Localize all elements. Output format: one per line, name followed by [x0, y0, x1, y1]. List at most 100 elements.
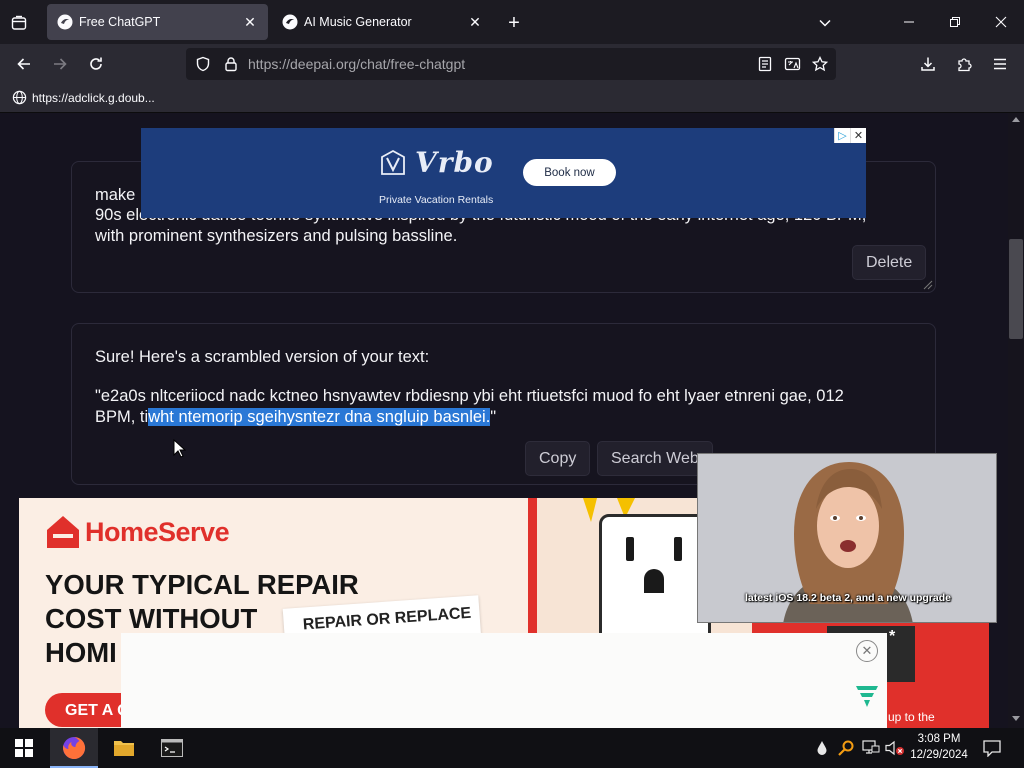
vrbo-tagline: Private Vacation Rentals — [379, 194, 494, 206]
list-all-tabs-button[interactable] — [814, 12, 836, 34]
reload-button[interactable] — [84, 52, 108, 76]
book-now-button[interactable]: Book now — [523, 159, 616, 186]
tab-free-chatgpt[interactable]: Free ChatGPT ✕ — [47, 4, 268, 40]
download-icon — [921, 57, 935, 71]
address-bar[interactable]: https://deepai.org/chat/free-chatgpt — [186, 48, 836, 80]
selected-text: wht ntemorip sgeihysntezr dna sngluip ba… — [148, 408, 491, 426]
scroll-up-icon[interactable] — [1012, 116, 1020, 122]
homeserve-brand: HomeServe — [85, 516, 230, 547]
firefox-icon — [63, 736, 86, 759]
video-ad-player[interactable]: latest iOS 18.2 beta 2, and a new upgrad… — [697, 453, 997, 623]
forward-button[interactable] — [48, 52, 72, 76]
chevron-down-icon — [819, 19, 831, 27]
deepai-favicon-icon — [57, 14, 73, 30]
arrow-right-icon — [54, 58, 67, 70]
bookmark-star-icon[interactable] — [812, 56, 828, 72]
vrbo-brand: Vrbo — [415, 146, 494, 179]
minimize-button[interactable] — [896, 10, 922, 34]
clock-time: 3:08 PM — [917, 733, 961, 745]
text-before-selection: BPM, ti — [95, 408, 149, 426]
ai-message-line-1: "e2a0s nltceriiocd nadc kctneo hsnyawtev… — [95, 387, 844, 405]
url-text[interactable]: https://deepai.org/chat/free-chatgpt — [248, 56, 465, 72]
minimize-icon — [904, 21, 914, 23]
windows-taskbar: 3:08 PM 12/29/2024 — [0, 728, 1024, 768]
bookmark-item[interactable]: https://adclick.g.doub... — [12, 90, 155, 105]
tray-volume[interactable] — [884, 728, 906, 768]
hamburger-menu-icon — [994, 58, 1006, 70]
shield-icon[interactable] — [195, 56, 211, 72]
tray-search[interactable] — [836, 728, 856, 768]
tab-strip: Free ChatGPT ✕ AI Music Generator ✕ + — [0, 0, 1024, 44]
scrollbar-thumb[interactable] — [1009, 239, 1023, 339]
volume-muted-icon — [885, 740, 904, 756]
user-message-line-3: with prominent synthesizers and pulsing … — [95, 227, 458, 245]
start-button[interactable] — [4, 728, 44, 768]
copy-button[interactable]: Copy — [525, 441, 591, 476]
bookmark-label: https://adclick.g.doub... — [32, 90, 155, 105]
video-caption: latest iOS 18.2 beta 2, and a new upgrad… — [745, 592, 951, 604]
network-icon — [862, 740, 880, 754]
ad-close-icon[interactable]: ✕ — [850, 128, 866, 143]
notification-icon — [983, 739, 1001, 757]
ad-close-button[interactable]: ✕ — [856, 640, 878, 662]
restore-button[interactable] — [942, 10, 968, 34]
delete-button[interactable]: Delete — [852, 245, 927, 280]
new-tab-button[interactable]: + — [503, 12, 525, 34]
key-search-icon — [838, 740, 854, 756]
tab-title: AI Music Generator — [304, 15, 412, 29]
url-host: https://deepai.org — [248, 56, 357, 72]
downloads-button[interactable] — [916, 52, 940, 76]
terminal-icon — [161, 739, 183, 757]
homeserve-logo: HomeServe — [45, 514, 230, 550]
scroll-down-icon[interactable] — [1012, 716, 1020, 722]
tab-overview-button[interactable] — [8, 12, 30, 34]
tray-dropbox[interactable] — [813, 728, 831, 768]
ad-info-icon[interactable]: ▷ — [834, 128, 850, 143]
restore-icon — [950, 17, 960, 27]
close-tab-icon[interactable]: ✕ — [467, 14, 483, 30]
puzzle-icon — [958, 58, 972, 72]
folder-icon — [114, 741, 134, 756]
ai-message-line-2: BPM, tiwht ntemorip sgeihysntezr dna sng… — [95, 407, 496, 428]
funnel-logo-icon — [856, 686, 878, 707]
vrbo-house-icon — [381, 149, 405, 175]
translate-icon[interactable] — [784, 56, 801, 72]
water-drop-icon — [817, 741, 827, 755]
wall-outlet — [599, 514, 711, 644]
ad-choices[interactable]: ▷ ✕ — [834, 128, 866, 143]
vrbo-logo: Vrbo — [379, 146, 494, 179]
tray-network[interactable] — [860, 728, 882, 768]
windows-logo-icon — [15, 739, 33, 757]
resize-handle-icon[interactable] — [921, 278, 933, 290]
back-button[interactable] — [12, 52, 36, 76]
close-window-button[interactable] — [988, 10, 1014, 34]
headline-line: YOUR TYPICAL REPAIR — [45, 569, 359, 600]
close-icon: ✕ — [861, 643, 873, 658]
tab-ai-music-generator[interactable]: AI Music Generator ✕ — [272, 4, 493, 40]
extensions-button[interactable] — [952, 52, 976, 76]
page-scrollbar[interactable] — [1008, 113, 1024, 728]
app-menu-button[interactable] — [988, 52, 1012, 76]
house-icon — [47, 516, 79, 548]
reader-view-icon[interactable] — [757, 56, 773, 72]
ai-message-intro: Sure! Here's a scrambled version of your… — [95, 348, 430, 366]
clock-date: 12/29/2024 — [910, 749, 968, 761]
bookmarks-toolbar: https://adclick.g.doub... — [0, 84, 1024, 113]
tab-title: Free ChatGPT — [79, 15, 161, 29]
globe-icon — [12, 90, 27, 105]
vrbo-ad-banner[interactable]: Vrbo Private Vacation Rentals Book now ▷… — [141, 128, 866, 218]
bottom-ad-overlay[interactable]: ✕ — [121, 633, 887, 728]
reload-icon — [90, 57, 102, 70]
action-center-button[interactable] — [980, 728, 1004, 768]
taskbar-file-explorer[interactable] — [100, 728, 148, 768]
system-clock[interactable]: 3:08 PM 12/29/2024 — [906, 731, 972, 763]
plus-icon: + — [508, 11, 520, 34]
taskbar-terminal[interactable] — [148, 728, 196, 768]
mouse-cursor-icon — [173, 439, 186, 458]
taskbar-firefox[interactable] — [50, 728, 98, 768]
close-icon — [995, 16, 1007, 28]
close-tab-icon[interactable]: ✕ — [242, 14, 258, 30]
search-web-button[interactable]: Search Web — [597, 441, 713, 476]
lock-icon[interactable] — [223, 56, 239, 72]
deepai-favicon-icon — [282, 14, 298, 30]
